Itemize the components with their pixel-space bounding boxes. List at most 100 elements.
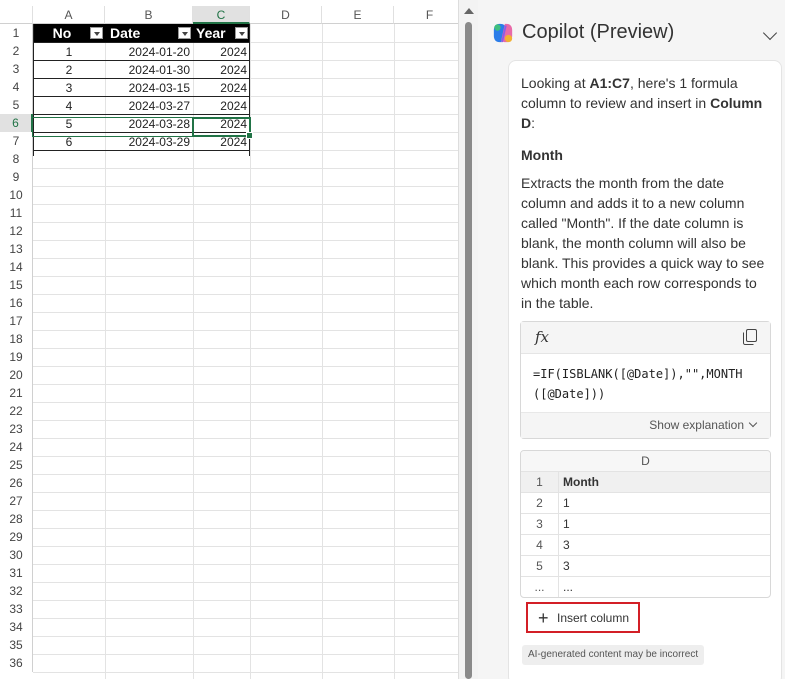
table-cell[interactable]: 2024-03-15	[105, 79, 193, 97]
preview-row-value: Month	[563, 475, 599, 489]
intro-text: Looking at A1:C7, here's 1 formula colum…	[521, 73, 771, 133]
row-header[interactable]: 27	[0, 492, 33, 510]
preview-row-value: 1	[563, 496, 570, 510]
row-header[interactable]: 1	[0, 24, 33, 42]
scroll-up-icon[interactable]	[464, 8, 474, 14]
table-cell[interactable]: 2024-01-20	[105, 43, 193, 61]
table-cell[interactable]: 2	[33, 61, 105, 79]
row-header[interactable]: 7	[0, 132, 33, 150]
show-explanation-button[interactable]: Show explanation	[521, 412, 770, 438]
preview-row-value: 1	[563, 517, 570, 531]
table-header-no-label: No	[52, 25, 72, 41]
copilot-title: Copilot (Preview)	[522, 21, 675, 43]
table-cell[interactable]: 2024	[193, 43, 250, 61]
row-header[interactable]: 18	[0, 330, 33, 348]
filter-dropdown-icon[interactable]	[235, 27, 248, 39]
formula-text: =IF(ISBLANK([@Date]),"",MONTH([@Date]))	[533, 367, 743, 401]
row-header[interactable]: 36	[0, 654, 33, 672]
row-header[interactable]: 34	[0, 618, 33, 636]
insert-column-label: Insert column	[557, 611, 630, 625]
copy-icon[interactable]	[743, 329, 757, 345]
copilot-header: Copilot (Preview)	[478, 12, 785, 52]
table-header-year: Year	[193, 24, 250, 42]
column-header-a[interactable]: A	[33, 6, 105, 24]
row-header[interactable]: 8	[0, 150, 33, 168]
filter-dropdown-icon[interactable]	[90, 27, 103, 39]
vertical-scrollbar[interactable]	[458, 0, 478, 679]
row-header[interactable]: 17	[0, 312, 33, 330]
table-cell[interactable]: 3	[33, 79, 105, 97]
preview-table: D 1 Month 2 1 3 1 4 3 5 3......	[520, 450, 771, 598]
preview-row-number: 2	[521, 493, 559, 514]
row-header[interactable]: 5	[0, 96, 33, 114]
preview-row: 43	[521, 535, 770, 556]
row-header[interactable]: 32	[0, 582, 33, 600]
row-header[interactable]: 4	[0, 78, 33, 96]
preview-row-number: 5	[521, 556, 559, 577]
table-cell[interactable]: 2024-01-30	[105, 61, 193, 79]
active-cell[interactable]	[192, 117, 253, 139]
column-header-c[interactable]: C	[193, 6, 250, 24]
preview-row-number: 1	[521, 472, 559, 493]
formula-box: fx =IF(ISBLANK([@Date]),"",MONTH([@Date]…	[520, 321, 771, 439]
preview-column-header: D	[521, 451, 770, 472]
table-cell[interactable]: 1	[33, 43, 105, 61]
row-header[interactable]: 26	[0, 474, 33, 492]
table-cell[interactable]: 2024	[193, 61, 250, 79]
row-header[interactable]: 11	[0, 204, 33, 222]
table-cell[interactable]: 4	[33, 97, 105, 115]
insert-column-button[interactable]: + Insert column	[526, 602, 640, 633]
column-header-f[interactable]: F	[394, 6, 458, 24]
select-all-corner[interactable]	[0, 6, 33, 24]
preview-row-number: 4	[521, 535, 559, 556]
preview-row: ......	[521, 577, 770, 597]
table-header-year-label: Year	[196, 25, 226, 41]
row-header[interactable]: 24	[0, 438, 33, 456]
table-cell[interactable]: 2024-03-27	[105, 97, 193, 115]
row-header[interactable]: 14	[0, 258, 33, 276]
table-cell[interactable]: 2024	[193, 97, 250, 115]
row-header[interactable]: 22	[0, 402, 33, 420]
row-header[interactable]: 15	[0, 276, 33, 294]
column-header-b[interactable]: B	[105, 6, 193, 24]
row-header[interactable]: 6	[0, 114, 33, 132]
row-header[interactable]: 19	[0, 348, 33, 366]
row-header[interactable]: 35	[0, 636, 33, 654]
row-header[interactable]: 33	[0, 600, 33, 618]
preview-row: 53	[521, 556, 770, 577]
scrollbar-thumb[interactable]	[465, 22, 472, 679]
preview-row-value: 3	[563, 538, 570, 552]
chevron-down-icon[interactable]	[762, 25, 778, 41]
row-header[interactable]: 3	[0, 60, 33, 78]
cell-grid[interactable]: No Date Year 1 2024-01-20 2024 2 2024-01-30 2…	[32, 24, 458, 679]
intro-prefix: Looking at	[521, 75, 590, 91]
row-header[interactable]: 16	[0, 294, 33, 312]
copilot-logo-icon	[493, 23, 513, 43]
row-header[interactable]: 10	[0, 186, 33, 204]
preview-row-value: ...	[563, 580, 574, 594]
table-cell[interactable]: 2024	[193, 79, 250, 97]
row-header[interactable]: 30	[0, 546, 33, 564]
row-header[interactable]: 2	[0, 42, 33, 60]
row-header[interactable]: 25	[0, 456, 33, 474]
copilot-pane: Copilot (Preview) Looking at A1:C7, here…	[478, 0, 785, 679]
formula-box-header: fx	[521, 322, 770, 354]
row-header[interactable]: 9	[0, 168, 33, 186]
table-header-date: Date	[105, 24, 193, 42]
row-header[interactable]: 29	[0, 528, 33, 546]
column-header-e[interactable]: E	[322, 6, 394, 24]
preview-row-number: 3	[521, 514, 559, 535]
row-header[interactable]: 20	[0, 366, 33, 384]
row-header[interactable]: 13	[0, 240, 33, 258]
row-header[interactable]: 31	[0, 564, 33, 582]
preview-row-value: 3	[563, 559, 570, 573]
row-header[interactable]: 21	[0, 384, 33, 402]
row-header[interactable]: 23	[0, 420, 33, 438]
column-header-d[interactable]: D	[250, 6, 322, 24]
intro-suffix: :	[531, 115, 536, 131]
row-header[interactable]: 12	[0, 222, 33, 240]
row-header[interactable]: 28	[0, 510, 33, 528]
filter-dropdown-icon[interactable]	[178, 27, 191, 39]
table-header-no: No	[33, 24, 105, 42]
ai-disclaimer-badge: AI-generated content may be incorrect	[522, 645, 705, 665]
